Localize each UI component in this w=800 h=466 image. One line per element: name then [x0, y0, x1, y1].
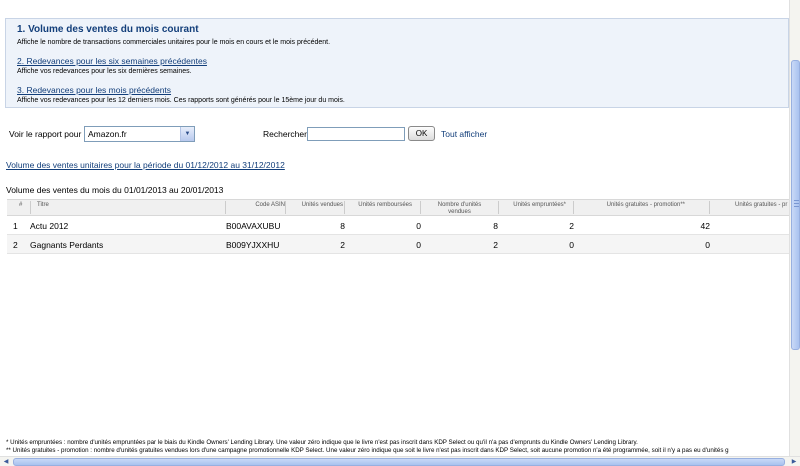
row-free-units: 42 — [700, 221, 710, 231]
report-info-panel: 1. Volume des ventes du mois courant Aff… — [5, 18, 789, 108]
header-title: Titre — [30, 201, 49, 214]
sales-table: # Titre Code ASIN Unités vendues Unités … — [7, 199, 789, 254]
scroll-left-icon[interactable]: ◀ — [1, 458, 11, 466]
scroll-grip-icon — [794, 200, 799, 201]
header-units-refunded: Unités remboursées — [344, 201, 412, 214]
ok-button[interactable]: OK — [408, 126, 435, 141]
row-net-units: 2 — [493, 240, 498, 250]
previous-months-royalties-link[interactable]: 3. Redevances pour les mois précédents — [17, 85, 171, 95]
row-units-borrowed: 2 — [569, 221, 574, 231]
search-input[interactable] — [307, 127, 405, 141]
table-row: 2 Gagnants Perdants B009YJXXHU 2 0 2 0 0 — [7, 235, 789, 254]
scroll-grip-icon — [794, 206, 799, 207]
vertical-scroll-thumb[interactable] — [791, 60, 800, 350]
row-asin: B009YJXXHU — [226, 240, 280, 250]
free-units-footnote: ** Unités gratuites - promotion : nombre… — [6, 447, 729, 454]
current-month-title: 1. Volume des ventes du mois courant — [17, 24, 199, 35]
row-index: 1 — [13, 221, 18, 231]
row-asin: B00AVAXUBU — [226, 221, 281, 231]
search-label: Rechercher — [263, 129, 307, 139]
marketplace-select-value: Amazon.fr — [88, 129, 127, 139]
scroll-right-icon[interactable]: ▶ — [789, 458, 799, 466]
current-period-heading: Volume des ventes du mois du 01/01/2013 … — [6, 185, 224, 195]
row-units-refunded: 0 — [416, 240, 421, 250]
previous-period-link[interactable]: Volume des ventes unitaires pour la péri… — [6, 160, 285, 170]
row-units-sold: 8 — [340, 221, 345, 231]
vertical-scrollbar[interactable] — [789, 0, 800, 456]
row-title: Actu 2012 — [30, 221, 69, 231]
header-units-borrowed: Unités empruntées* — [498, 201, 566, 214]
report-marketplace-label: Voir le rapport pour : — [9, 129, 87, 139]
table-header: # Titre Code ASIN Unités vendues Unités … — [7, 199, 789, 216]
six-weeks-royalties-link[interactable]: 2. Redevances pour les six semaines préc… — [17, 56, 207, 66]
scroll-grip-icon — [794, 203, 799, 204]
header-free-units: Unités gratuites - promotion** — [573, 201, 685, 214]
six-weeks-royalties-description: Affiche vos redevances pour les six dern… — [17, 68, 192, 75]
row-units-sold: 2 — [340, 240, 345, 250]
row-free-units: 0 — [705, 240, 710, 250]
chevron-down-icon[interactable]: ▼ — [180, 127, 194, 141]
row-units-refunded: 0 — [416, 221, 421, 231]
header-net-units-line1: Nombre d'unités — [437, 202, 482, 208]
header-free-units-truncated: Unités gratuites - pr — [709, 201, 789, 214]
row-index: 2 — [13, 240, 18, 250]
row-units-borrowed: 0 — [569, 240, 574, 250]
header-asin: Code ASIN — [225, 201, 285, 214]
horizontal-scroll-thumb[interactable] — [13, 458, 785, 466]
report-page: 1. Volume des ventes du mois courant Aff… — [0, 0, 789, 456]
borrowed-units-footnote: * Unités empruntées : nombre d'unités em… — [6, 439, 638, 446]
previous-months-royalties-description: Affiche vos redevances pour les 12 derni… — [17, 97, 345, 104]
horizontal-scrollbar[interactable]: ◀ ▶ — [0, 456, 800, 466]
table-row: 1 Actu 2012 B00AVAXUBU 8 0 8 2 42 — [7, 216, 789, 235]
row-title: Gagnants Perdants — [30, 240, 104, 250]
header-net-units-line2: vendues — [448, 209, 471, 215]
header-index: # — [19, 202, 23, 208]
show-all-link[interactable]: Tout afficher — [441, 129, 487, 139]
current-month-description: Affiche le nombre de transactions commer… — [17, 39, 331, 46]
header-units-sold: Unités vendues — [285, 201, 343, 214]
marketplace-select[interactable]: Amazon.fr ▼ — [84, 126, 195, 142]
header-net-units: Nombre d'unités vendues — [420, 201, 498, 215]
row-net-units: 8 — [493, 221, 498, 231]
